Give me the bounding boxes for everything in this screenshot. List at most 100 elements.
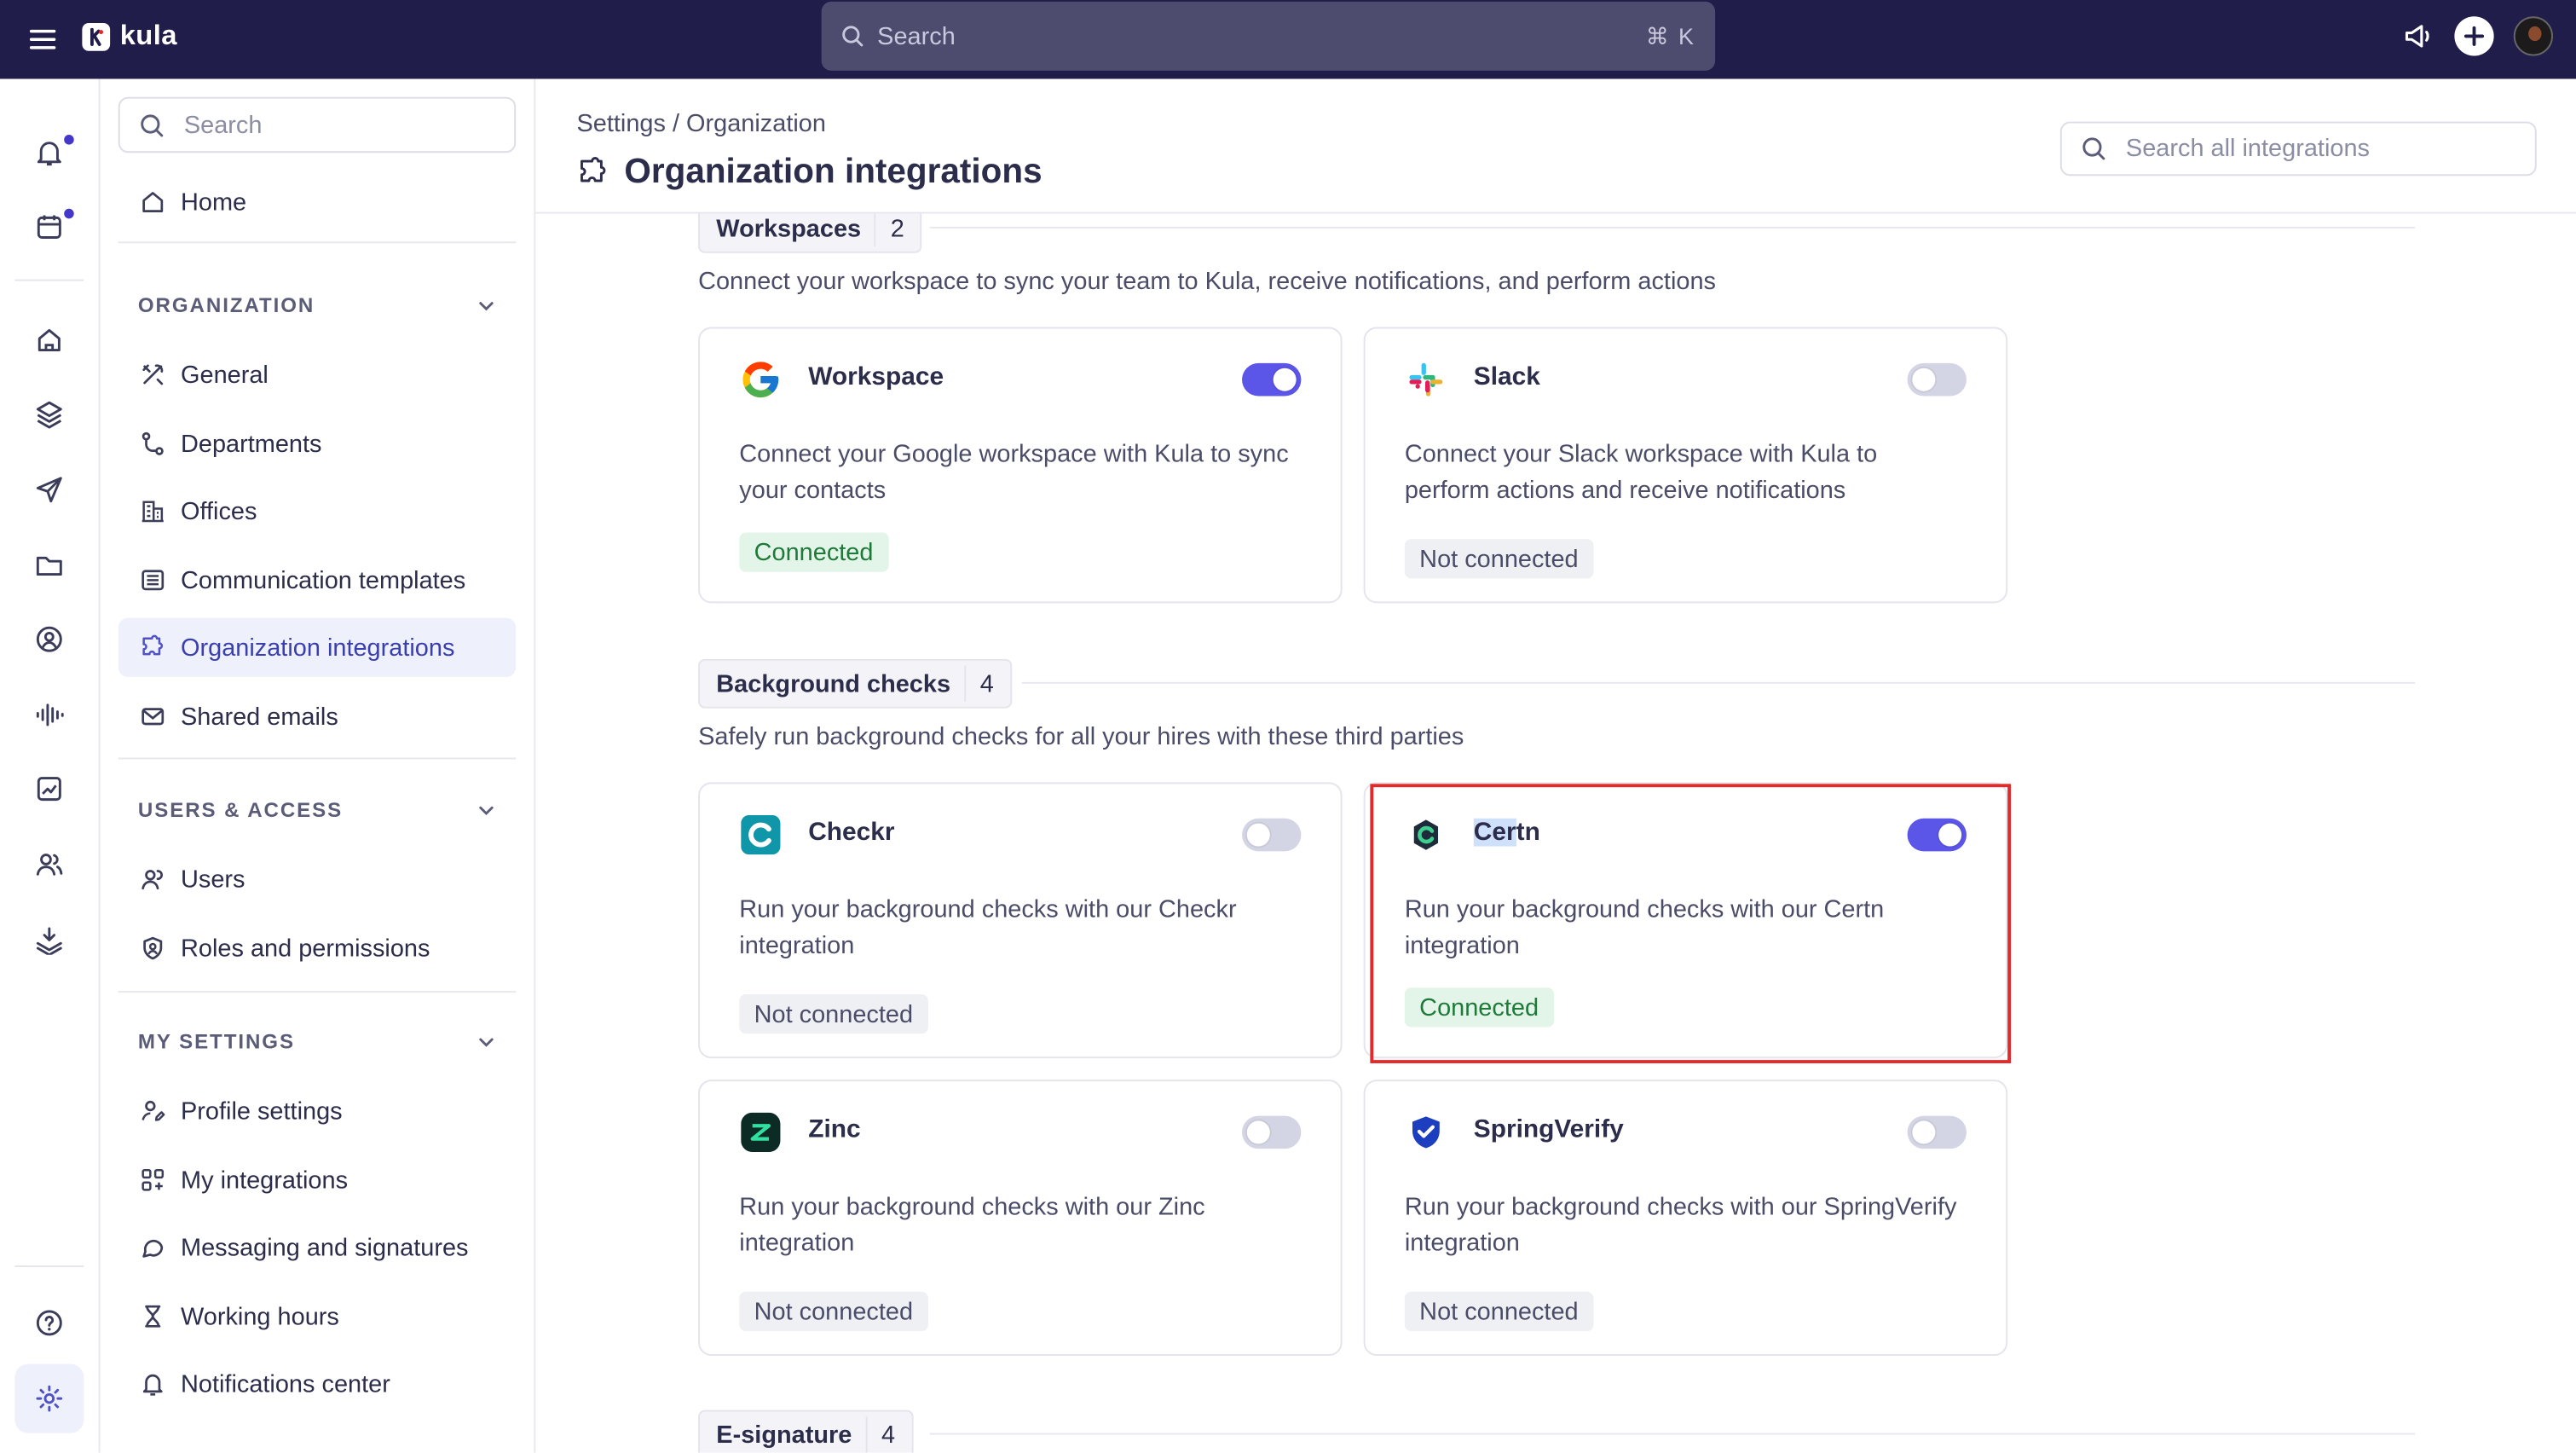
integration-name: SpringVerify	[1473, 1115, 1624, 1144]
branch-icon	[138, 430, 166, 458]
shield-icon	[138, 935, 166, 963]
sidebar-search-input[interactable]: Search	[118, 96, 517, 153]
settings-icon[interactable]	[30, 1379, 69, 1418]
send-icon[interactable]	[30, 470, 69, 509]
kula-logo-icon	[82, 22, 111, 50]
plus-icon	[2463, 26, 2485, 46]
sidebar-item-label: Roles and permissions	[181, 934, 430, 963]
sidebar-item-general[interactable]: General	[118, 345, 516, 404]
sidebar-item-communication-templates[interactable]: Communication templates	[118, 551, 516, 610]
search-icon	[2082, 137, 2105, 160]
sidebar-search-placeholder: Search	[183, 111, 263, 139]
google-icon	[739, 358, 782, 401]
sidebar-item-messaging-and-signatures[interactable]: Messaging and signatures	[118, 1218, 516, 1276]
integration-name: Workspace	[808, 362, 944, 391]
sidebar-item-profile-settings[interactable]: Profile settings	[118, 1081, 516, 1140]
global-search[interactable]: Search ⌘ K	[821, 1, 1716, 71]
integration-toggle[interactable]	[1907, 362, 1967, 397]
sidebar-item-label: Profile settings	[181, 1097, 343, 1126]
home-icon[interactable]	[30, 321, 69, 360]
folder-icon[interactable]	[30, 546, 69, 585]
sidebar-item-organization-integrations[interactable]: Organization integrations	[118, 617, 517, 678]
integration-toggle[interactable]	[1242, 362, 1302, 397]
sidebar-item-label: Shared emails	[181, 702, 338, 731]
slack-icon	[1405, 358, 1447, 401]
create-new-button[interactable]	[2454, 16, 2494, 56]
section-organization[interactable]: ORGANIZATION	[138, 294, 496, 317]
sidebar-item-home[interactable]: Home	[118, 172, 516, 231]
sidebar-item-my-integrations[interactable]: My integrations	[118, 1150, 516, 1209]
integration-name: Slack	[1473, 362, 1540, 391]
integration-name: Checkr	[808, 818, 895, 847]
sidebar-item-label: Working hours	[181, 1302, 339, 1331]
home-icon	[138, 188, 166, 217]
integration-card-springverify: SpringVerify Run your background checks …	[1363, 1080, 2008, 1357]
chat-icon	[138, 1233, 166, 1261]
status-badge: Not connected	[1404, 539, 1593, 579]
sidebar-item-departments[interactable]: Departments	[118, 414, 516, 473]
certn-icon	[1405, 813, 1447, 856]
section-users-access[interactable]: USERS & ACCESS	[138, 799, 496, 822]
checkr-icon	[739, 813, 782, 856]
sidebar-item-roles-and-permissions[interactable]: Roles and permissions	[118, 918, 516, 977]
sidebar-item-notifications-center[interactable]: Notifications center	[118, 1354, 516, 1413]
breadcrumb[interactable]: Settings / Organization	[576, 110, 825, 138]
user-avatar[interactable]	[2513, 16, 2554, 56]
integration-description: Connect your Google workspace with Kula …	[739, 440, 1289, 505]
app-rail	[0, 78, 101, 1453]
tools-icon	[138, 361, 166, 389]
integration-toggle[interactable]	[1907, 818, 1967, 852]
section-title: ORGANIZATION	[137, 293, 315, 317]
hourglass-icon	[138, 1302, 166, 1330]
status-badge: Connected	[1404, 987, 1554, 1028]
settings-sidebar: Search Home ORGANIZATION General Departm…	[100, 78, 536, 1453]
mail-icon	[138, 703, 166, 731]
status-badge: Not connected	[739, 994, 928, 1034]
sidebar-item-users[interactable]: Users	[118, 849, 516, 908]
notifications-icon[interactable]	[30, 133, 74, 172]
announcements-icon[interactable]	[2402, 20, 2435, 53]
sidebar-item-label: Messaging and signatures	[181, 1233, 469, 1262]
sidebar-item-label: Users	[181, 865, 245, 894]
section-my-settings[interactable]: MY SETTINGS	[138, 1030, 496, 1053]
contacts-icon[interactable]	[30, 620, 69, 659]
integration-card-zinc: Zinc Run your background checks with our…	[698, 1080, 1343, 1357]
section-title: MY SETTINGS	[137, 1030, 295, 1054]
integration-toggle[interactable]	[1907, 1115, 1967, 1149]
sidebar-item-offices[interactable]: Offices	[118, 482, 516, 541]
help-icon[interactable]	[30, 1303, 69, 1342]
sidebar-item-working-hours[interactable]: Working hours	[118, 1287, 516, 1346]
calendar-icon[interactable]	[30, 207, 74, 246]
user-edit-icon	[138, 1097, 166, 1125]
status-badge: Not connected	[1404, 1291, 1593, 1332]
insights-icon[interactable]	[30, 769, 69, 808]
people-icon[interactable]	[30, 845, 69, 884]
apps-icon	[138, 1166, 166, 1194]
zinc-icon	[739, 1111, 782, 1154]
global-search-placeholder: Search	[877, 22, 956, 50]
integration-toggle[interactable]	[1242, 1115, 1302, 1149]
integration-description: Run your background checks with our Zinc…	[739, 1193, 1205, 1258]
integration-toggle[interactable]	[1242, 818, 1302, 852]
section-pill: Workspaces 2	[698, 213, 923, 253]
bell-icon	[138, 1369, 166, 1398]
page-title: Organization integrations	[576, 153, 1043, 192]
app-logo[interactable]: kula	[82, 20, 176, 53]
page-header: Settings / Organization Organization int…	[535, 78, 2576, 214]
integration-description: Run your background checks with our Cert…	[1404, 895, 1885, 960]
section-count: 2	[874, 213, 904, 247]
sidebar-item-label: My integrations	[181, 1166, 349, 1195]
status-badge: Not connected	[739, 1291, 928, 1332]
integration-description: Run your background checks with our Spri…	[1404, 1193, 1957, 1258]
audio-icon[interactable]	[30, 695, 69, 734]
integration-name-rest: tn	[1516, 818, 1540, 847]
layers-icon[interactable]	[30, 395, 69, 434]
sidebar-item-shared-emails[interactable]: Shared emails	[118, 687, 516, 746]
section-count: 4	[963, 665, 994, 702]
download-icon[interactable]	[30, 920, 69, 959]
section-title: E-signature	[716, 1421, 852, 1449]
integrations-search-input[interactable]: Search all integrations	[2059, 121, 2537, 177]
section-description: Safely run background checks for all you…	[698, 723, 1464, 751]
menu-icon[interactable]	[23, 20, 62, 59]
page-title-text: Organization integrations	[624, 153, 1043, 191]
